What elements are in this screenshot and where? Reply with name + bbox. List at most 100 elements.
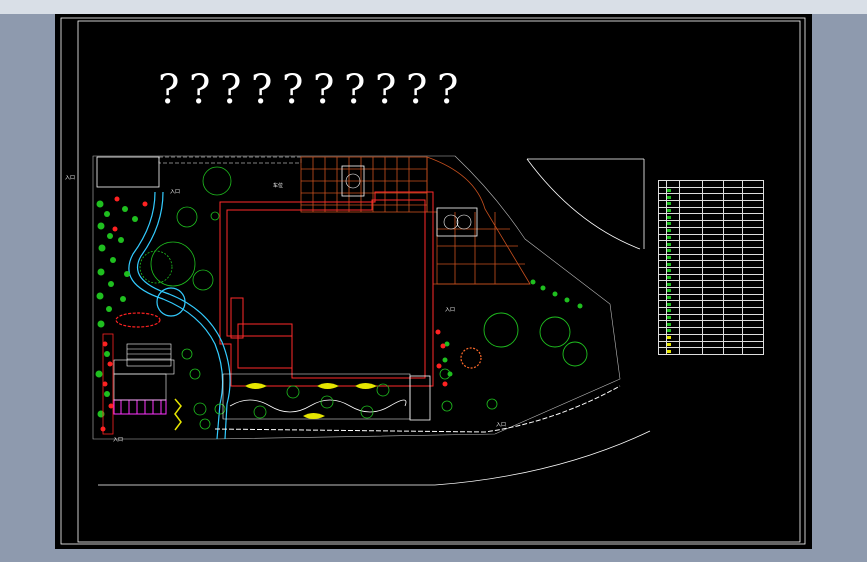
- legend-row: [658, 186, 764, 195]
- legend-cell: [658, 340, 667, 349]
- legend-cell: [658, 226, 667, 235]
- legend-cell: [702, 213, 724, 222]
- tree-cluster-top-left: [150, 166, 232, 291]
- legend-cell: [742, 307, 764, 315]
- legend-cell: [702, 347, 724, 355]
- title-glyph: ?: [251, 67, 273, 113]
- legend-cell: [666, 320, 680, 329]
- legend-cell: [679, 220, 703, 228]
- legend-cell: [742, 200, 764, 208]
- legend-cell: [658, 266, 667, 275]
- legend-cell: [666, 293, 680, 302]
- legend-cell: [723, 253, 743, 262]
- legend-cell: [658, 273, 667, 282]
- legend-cell: [666, 313, 680, 322]
- legend-cell: [742, 280, 764, 288]
- legend-cell: [702, 240, 724, 248]
- legend-swatch: [667, 249, 671, 253]
- legend-cell: [658, 186, 667, 195]
- legend-cell: [702, 226, 724, 235]
- legend-cell: [702, 186, 724, 195]
- legend-cell: [723, 220, 743, 228]
- legend-row: [658, 320, 764, 329]
- legend-cell: [666, 226, 680, 235]
- legend-cell: [742, 287, 764, 295]
- legend-cell: [723, 327, 743, 335]
- legend-cell: [666, 200, 680, 208]
- legend-cell: [702, 333, 724, 342]
- legend-cell: [679, 273, 703, 282]
- legend-row: [658, 226, 764, 235]
- legend-cell: [742, 327, 764, 335]
- legend-row: [658, 233, 764, 242]
- legend-cell: [702, 327, 724, 335]
- legend-cell: [679, 233, 703, 242]
- legend-row: [658, 200, 764, 208]
- legend-cell: [723, 307, 743, 315]
- title-glyph: ?: [220, 67, 242, 113]
- legend-cell: [742, 313, 764, 322]
- legend-swatch: [667, 329, 671, 333]
- legend-cell: [658, 213, 667, 222]
- planting-band-south: [222, 373, 411, 420]
- legend-row: [658, 280, 764, 288]
- legend-cell: [702, 200, 724, 208]
- legend-row: [658, 333, 764, 342]
- legend-cell: [702, 260, 724, 268]
- title-glyph: ?: [313, 67, 335, 113]
- legend-cell: [723, 280, 743, 288]
- site-boundary: [92, 155, 621, 440]
- legend-row: [658, 327, 764, 335]
- legend-cell: [702, 293, 724, 302]
- legend-cell: [723, 266, 743, 275]
- legend-swatch: [667, 342, 671, 346]
- legend-cell: [679, 226, 703, 235]
- legend-cell: [742, 253, 764, 262]
- label-bottom-gate: 入口: [113, 437, 124, 443]
- legend-cell: [679, 200, 703, 208]
- legend-cell: [742, 240, 764, 248]
- title-glyph: ?: [189, 67, 211, 113]
- legend-cell: [702, 280, 724, 288]
- legend-cell: [723, 226, 743, 235]
- legend-swatch: [667, 296, 671, 300]
- legend-cell: [702, 253, 724, 262]
- legend-cell: [742, 233, 764, 242]
- legend-cell: [742, 186, 764, 195]
- legend-cell: [658, 246, 667, 255]
- label-bottom-right-gate: 入口: [496, 422, 507, 428]
- legend-cell: [666, 260, 680, 268]
- legend-cell: [679, 313, 703, 322]
- legend-cell: [679, 307, 703, 315]
- legend-cell: [702, 320, 724, 329]
- legend-cell: [723, 180, 743, 188]
- title-glyph: ?: [406, 67, 428, 113]
- legend-cell: [742, 320, 764, 329]
- legend-row: [658, 347, 764, 355]
- legend-cell: [723, 260, 743, 268]
- legend-cell: [666, 206, 680, 215]
- legend-cell: [723, 240, 743, 248]
- legend-cell: [723, 246, 743, 255]
- yellow-hedges: [245, 383, 377, 419]
- legend-swatch: [667, 302, 671, 306]
- legend-swatch: [667, 229, 671, 233]
- legend-cell: [658, 260, 667, 268]
- legend-cell: [742, 260, 764, 268]
- legend-swatch: [667, 202, 671, 206]
- legend-cell: [742, 273, 764, 282]
- legend-cell: [723, 300, 743, 309]
- legend-cell: [679, 266, 703, 275]
- legend-cell: [666, 340, 680, 349]
- legend-cell: [658, 193, 667, 202]
- legend-cell: [666, 347, 680, 355]
- legend-cell: [742, 333, 764, 342]
- legend-swatch: [667, 215, 671, 219]
- pergola: [113, 399, 167, 415]
- legend-cell: [658, 220, 667, 228]
- legend-cell: [723, 340, 743, 349]
- red-flower-bed: [115, 312, 161, 328]
- legend-cell: [742, 293, 764, 302]
- legend-cell: [723, 206, 743, 215]
- legend-cell: [666, 186, 680, 195]
